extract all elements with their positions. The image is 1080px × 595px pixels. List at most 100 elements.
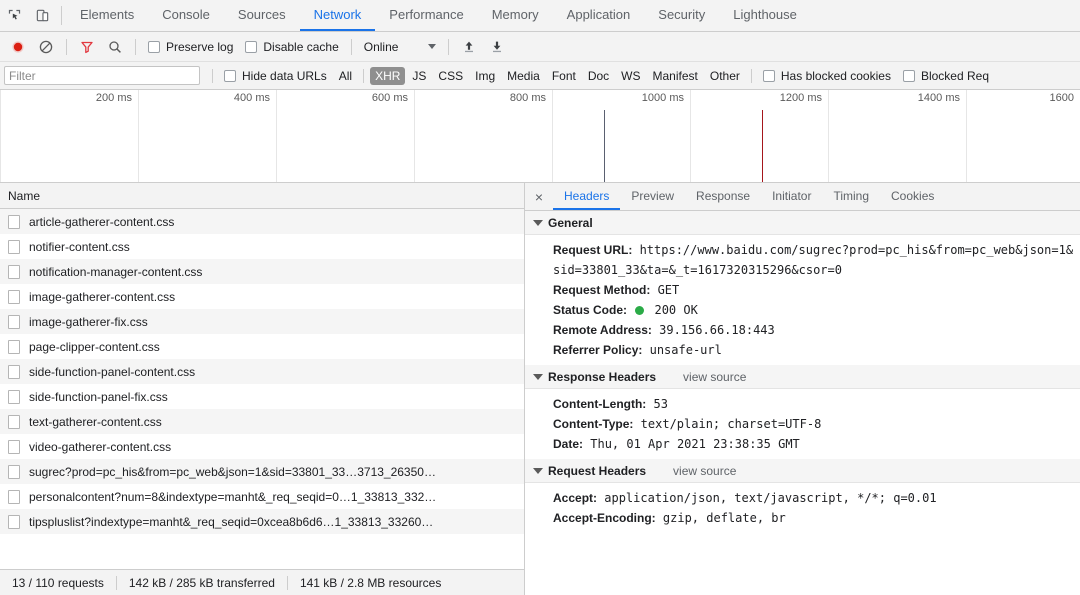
- overview-tick-label: 1000 ms: [642, 92, 690, 104]
- filter-type-media[interactable]: Media: [502, 67, 545, 85]
- overview-tick-label: 600 ms: [372, 92, 414, 104]
- has-blocked-cookies-box[interactable]: [763, 70, 775, 82]
- request-header-value: application/json, text/javascript, */*; …: [604, 491, 936, 505]
- network-status-bar: 13 / 110 requests 142 kB / 285 kB transf…: [0, 569, 524, 595]
- network-overview-timeline[interactable]: 200 ms 400 ms 600 ms 800 ms 1000 ms 1200…: [0, 90, 1080, 183]
- table-row[interactable]: page-clipper-content.css: [0, 334, 524, 359]
- response-headers-section-header[interactable]: Response Headers view source: [525, 365, 1080, 389]
- network-filter-bar: Hide data URLs All XHR JS CSS Img Media …: [0, 62, 1080, 90]
- hide-data-urls-box[interactable]: [224, 70, 236, 82]
- document-icon: [8, 415, 20, 429]
- tab-security[interactable]: Security: [644, 0, 719, 31]
- filter-input[interactable]: [4, 66, 200, 85]
- toolbar-divider-2: [135, 39, 136, 55]
- table-row[interactable]: side-function-panel-content.css: [0, 359, 524, 384]
- request-header-items: Accept: application/json, text/javascrip…: [525, 483, 1080, 533]
- tab-lighthouse[interactable]: Lighthouse: [719, 0, 811, 31]
- filter-type-doc[interactable]: Doc: [583, 67, 614, 85]
- transferred-size: 142 kB / 285 kB transferred: [117, 576, 287, 590]
- preserve-log-checkbox[interactable]: Preserve log: [142, 40, 239, 54]
- tab-preview[interactable]: Preview: [620, 183, 685, 210]
- filter-divider-1: [212, 69, 213, 83]
- document-icon: [8, 240, 20, 254]
- search-magnifier-icon[interactable]: [101, 39, 129, 55]
- tab-memory[interactable]: Memory: [478, 0, 553, 31]
- preserve-log-box[interactable]: [148, 41, 160, 53]
- request-name: tipspluslist?indextype=manht&_req_seqid=…: [29, 515, 433, 529]
- request-list-pane: Name article-gatherer-content.css notifi…: [0, 183, 525, 595]
- filter-type-all[interactable]: All: [334, 67, 357, 85]
- tab-timing[interactable]: Timing: [822, 183, 880, 210]
- tab-cookies[interactable]: Cookies: [880, 183, 945, 210]
- throttling-value: Online: [364, 40, 399, 54]
- hide-data-urls-label: Hide data URLs: [242, 69, 327, 83]
- blocked-requests-box[interactable]: [903, 70, 915, 82]
- tab-elements[interactable]: Elements: [66, 0, 148, 31]
- table-row[interactable]: personalcontent?num=8&indextype=manht&_r…: [0, 484, 524, 509]
- general-item: Referrer Policy: unsafe-url: [553, 340, 1080, 360]
- filter-type-css[interactable]: CSS: [433, 67, 468, 85]
- preserve-log-label: Preserve log: [166, 40, 233, 54]
- filter-type-other[interactable]: Other: [705, 67, 745, 85]
- filter-type-js[interactable]: JS: [407, 67, 431, 85]
- response-header-item: Content-Length: 53: [553, 394, 1080, 414]
- clear-no-entry-icon[interactable]: [32, 39, 60, 55]
- inspect-cursor-icon[interactable]: [0, 0, 28, 31]
- response-header-value: 53: [654, 397, 668, 411]
- blocked-requests-checkbox[interactable]: Blocked Req: [897, 69, 995, 83]
- tab-application[interactable]: Application: [553, 0, 645, 31]
- hide-data-urls-checkbox[interactable]: Hide data URLs: [218, 69, 333, 83]
- filter-type-font[interactable]: Font: [547, 67, 581, 85]
- table-row[interactable]: image-gatherer-content.css: [0, 284, 524, 309]
- table-row[interactable]: side-function-panel-fix.css: [0, 384, 524, 409]
- request-name: personalcontent?num=8&indextype=manht&_r…: [29, 490, 436, 504]
- table-row[interactable]: video-gatherer-content.css: [0, 434, 524, 459]
- tab-initiator[interactable]: Initiator: [761, 183, 822, 210]
- funnel-filter-icon[interactable]: [73, 39, 101, 55]
- general-section-header[interactable]: General: [525, 211, 1080, 235]
- filter-type-manifest[interactable]: Manifest: [648, 67, 703, 85]
- tab-network[interactable]: Network: [300, 0, 376, 31]
- request-view-source-link[interactable]: view source: [673, 464, 736, 478]
- filter-type-img[interactable]: Img: [470, 67, 500, 85]
- table-row-selected[interactable]: sugrec?prod=pc_his&from=pc_web&json=1&si…: [0, 459, 524, 484]
- export-har-down-arrow-icon[interactable]: [483, 39, 511, 55]
- throttling-select[interactable]: Online: [358, 40, 443, 54]
- table-row[interactable]: text-gatherer-content.css: [0, 409, 524, 434]
- tab-sources[interactable]: Sources: [224, 0, 300, 31]
- table-row[interactable]: notification-manager-content.css: [0, 259, 524, 284]
- detail-tabbar: × Headers Preview Response Initiator Tim…: [525, 183, 1080, 211]
- document-icon: [8, 265, 20, 279]
- document-icon: [8, 290, 20, 304]
- request-header-item: Accept-Encoding: gzip, deflate, br: [553, 508, 1080, 528]
- request-list[interactable]: article-gatherer-content.css notifier-co…: [0, 209, 524, 569]
- disable-cache-box[interactable]: [245, 41, 257, 53]
- response-view-source-link[interactable]: view source: [683, 370, 746, 384]
- filter-type-xhr[interactable]: XHR: [370, 67, 405, 85]
- device-toolbar-icon[interactable]: [28, 0, 56, 31]
- dcl-event-line: [604, 110, 605, 182]
- tab-headers[interactable]: Headers: [553, 183, 620, 210]
- headers-content[interactable]: General Request URL: https://www.baidu.c…: [525, 211, 1080, 595]
- column-header-name[interactable]: Name: [8, 189, 40, 203]
- import-har-up-arrow-icon[interactable]: [455, 39, 483, 55]
- overview-tick-label: 800 ms: [510, 92, 552, 104]
- has-blocked-cookies-checkbox[interactable]: Has blocked cookies: [757, 69, 897, 83]
- tab-response[interactable]: Response: [685, 183, 761, 210]
- table-row[interactable]: notifier-content.css: [0, 234, 524, 259]
- filter-divider-2: [363, 69, 364, 83]
- filter-type-ws[interactable]: WS: [616, 67, 645, 85]
- tab-performance[interactable]: Performance: [375, 0, 477, 31]
- table-row[interactable]: image-gatherer-fix.css: [0, 309, 524, 334]
- table-row[interactable]: tipspluslist?indextype=manht&_req_seqid=…: [0, 509, 524, 534]
- table-row[interactable]: article-gatherer-content.css: [0, 209, 524, 234]
- disable-cache-checkbox[interactable]: Disable cache: [239, 40, 344, 54]
- overview-tick-label: 1600: [1050, 92, 1080, 104]
- tab-console[interactable]: Console: [148, 0, 224, 31]
- request-headers-section-header[interactable]: Request Headers view source: [525, 459, 1080, 483]
- close-icon[interactable]: ×: [525, 183, 553, 210]
- document-icon: [8, 440, 20, 454]
- response-header-item: Date: Thu, 01 Apr 2021 23:38:35 GMT: [553, 434, 1080, 454]
- network-toolbar: Preserve log Disable cache Online: [0, 32, 1080, 62]
- record-circle-icon[interactable]: [4, 39, 32, 55]
